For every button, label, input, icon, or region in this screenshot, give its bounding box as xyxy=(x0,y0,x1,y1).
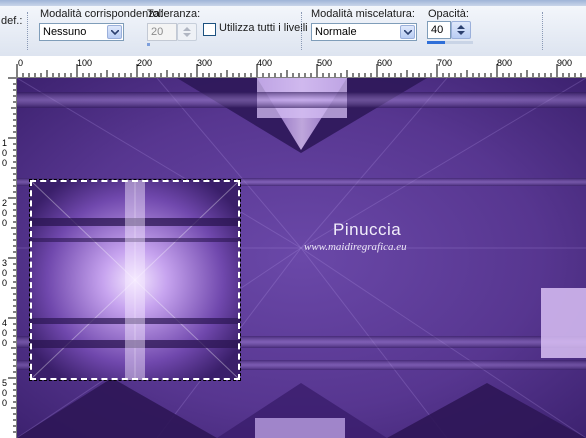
match-mode-label: Modalità corrispondenza: xyxy=(40,8,163,20)
ruler-label: 800 xyxy=(497,58,513,68)
match-mode-value: Nessuno xyxy=(43,26,87,38)
ruler-label: 0 xyxy=(2,398,8,408)
ruler-label: 1 xyxy=(2,138,8,148)
tolerance-label: Tolleranza: xyxy=(147,8,201,20)
ruler-label: 0 xyxy=(2,388,8,398)
watermark-url: www.maidiregrafica.eu xyxy=(304,241,407,253)
image-canvas[interactable]: Pinuccia www.maidiregrafica.eu xyxy=(17,78,586,438)
toolbar-grip[interactable] xyxy=(542,12,545,50)
use-all-layers-label: Utilizza tutti i livelli xyxy=(219,22,308,34)
spinner-arrows-icon xyxy=(457,25,465,35)
ruler-label: 5 xyxy=(2,378,8,388)
use-all-layers-checkbox[interactable] xyxy=(203,23,216,36)
opacity-value: 40 xyxy=(431,24,444,36)
ruler-label: 500 xyxy=(317,58,333,68)
tolerance-value: 20 xyxy=(151,26,164,38)
ruler-label: 0 xyxy=(2,278,8,288)
ruler-label: 0 xyxy=(2,218,8,228)
ruler-label: 0 xyxy=(2,328,8,338)
ruler-label: 100 xyxy=(77,58,93,68)
chevron-down-icon[interactable] xyxy=(400,25,415,39)
ruler-label: 0 xyxy=(2,158,8,168)
toolbar-grip[interactable] xyxy=(301,12,304,50)
ruler-label: 0 xyxy=(2,208,8,218)
opacity-slider-track[interactable] xyxy=(427,41,473,44)
tool-options-bar: def.: Modalità corrispondenza: Nessuno T… xyxy=(0,6,586,57)
options-title-fragment: def.: xyxy=(1,15,23,27)
ruler-label: 3 xyxy=(2,258,8,268)
ruler-label: 900 xyxy=(557,58,573,68)
selection-marquee[interactable] xyxy=(29,179,241,381)
ruler-label: 200 xyxy=(137,58,153,68)
ruler-label: 0 xyxy=(18,58,24,68)
blend-mode-value: Normale xyxy=(315,26,357,38)
opacity-input[interactable]: 40 xyxy=(427,21,451,39)
tolerance-spinner[interactable] xyxy=(177,23,197,41)
watermark-name: Pinuccia xyxy=(333,220,402,239)
ruler-label: 4 xyxy=(2,318,8,328)
ruler-label: 600 xyxy=(377,58,393,68)
vertical-ruler[interactable]: 1 0 0 2 0 0 3 0 0 4 0 0 5 0 0 xyxy=(0,77,17,438)
spinner-arrows-icon xyxy=(183,27,191,37)
ruler-label: 400 xyxy=(257,58,273,68)
ruler-label: 0 xyxy=(2,338,8,348)
tolerance-input[interactable]: 20 xyxy=(147,23,177,41)
toolbar-grip[interactable] xyxy=(27,12,30,50)
ruler-label: 0 xyxy=(2,268,8,278)
opacity-slider-fill xyxy=(427,41,446,44)
tolerance-slider-bar[interactable] xyxy=(147,43,150,46)
horizontal-ruler[interactable]: 0 100 200 300 400 500 600 700 800 900 xyxy=(0,56,586,78)
blend-mode-label: Modalità miscelatura: xyxy=(311,8,415,20)
opacity-label: Opacità: xyxy=(428,8,469,20)
ruler-label: 0 xyxy=(2,148,8,158)
ruler-label: 700 xyxy=(437,58,453,68)
ruler-label: 2 xyxy=(2,198,8,208)
blend-mode-select[interactable]: Normale xyxy=(311,23,417,41)
chevron-down-icon[interactable] xyxy=(107,25,122,39)
ruler-label: 300 xyxy=(197,58,213,68)
match-mode-select[interactable]: Nessuno xyxy=(39,23,124,41)
opacity-spinner[interactable] xyxy=(451,21,471,39)
